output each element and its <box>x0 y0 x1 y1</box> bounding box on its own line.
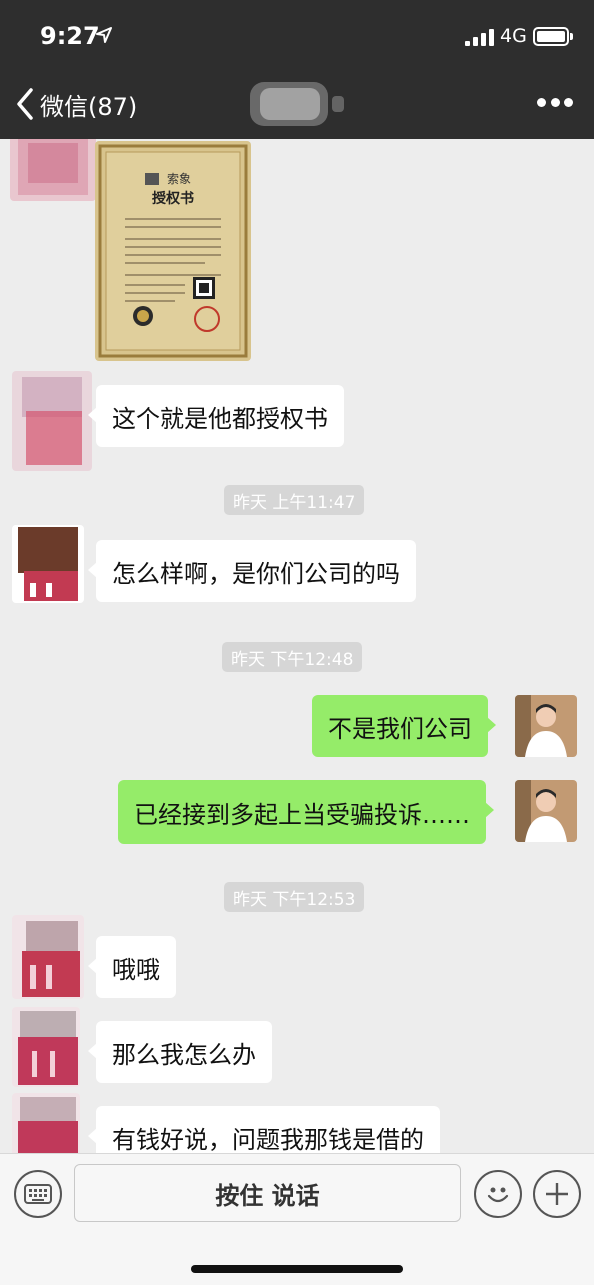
back-button[interactable]: 微信(87) <box>14 84 137 124</box>
timestamp: 昨天 上午11:47 <box>224 485 365 515</box>
chevron-left-icon <box>17 88 33 120</box>
message-bubble[interactable]: 哦哦 <box>88 936 176 998</box>
emoji-icon <box>487 1187 509 1203</box>
certificate-graphic: 索象 授权书 <box>95 141 251 361</box>
plus-icon <box>546 1183 568 1205</box>
more-functions-button[interactable] <box>533 1170 581 1218</box>
avatar-image <box>12 1007 80 1087</box>
contact-avatar[interactable] <box>12 525 84 603</box>
signal-icon <box>465 28 495 46</box>
location-arrow-icon <box>96 27 112 43</box>
status-time: 9:27 <box>40 22 100 50</box>
message-bubble[interactable]: 这个就是他都授权书 <box>88 385 344 447</box>
contact-avatar[interactable] <box>12 1007 80 1087</box>
keyboard-toggle-button[interactable] <box>14 1170 62 1218</box>
chat-title-redacted <box>250 82 344 126</box>
chat-area[interactable]: 索象 授权书 这个就是他都授权书 昨天 上午11:47 怎么样啊，是你们公司的吗… <box>0 139 594 1153</box>
contact-avatar[interactable] <box>12 915 84 999</box>
avatar-image <box>12 1093 80 1153</box>
emoji-button[interactable] <box>474 1170 522 1218</box>
my-avatar[interactable] <box>515 695 577 757</box>
timestamp: 昨天 下午12:53 <box>224 882 365 912</box>
input-bar: 按住 说话 <box>0 1153 594 1285</box>
more-dot <box>564 97 573 107</box>
more-button[interactable] <box>537 94 573 110</box>
avatar-image <box>10 139 96 201</box>
battery-icon <box>533 27 573 46</box>
hold-to-talk-button[interactable]: 按住 说话 <box>74 1164 461 1222</box>
message-bubble[interactable]: 那么我怎么办 <box>88 1021 272 1083</box>
avatar-image <box>12 915 84 999</box>
certificate-title: 授权书 <box>152 190 194 207</box>
back-label: 微信(87) <box>40 92 138 121</box>
certificate-image[interactable]: 索象 授权书 <box>95 141 251 361</box>
avatar-image <box>515 695 577 757</box>
avatar-image <box>12 525 84 603</box>
avatar-image <box>515 780 577 842</box>
header: 9:27 4G 微信(87) <box>0 0 594 139</box>
more-dot <box>537 97 546 107</box>
keyboard-icon <box>24 1184 52 1204</box>
more-dot <box>550 97 560 107</box>
message-bubble[interactable]: 不是我们公司 <box>312 695 496 757</box>
message-bubble[interactable]: 怎么样啊，是你们公司的吗 <box>88 540 416 602</box>
certificate-brand: 索象 <box>167 172 191 186</box>
contact-avatar[interactable] <box>12 371 92 471</box>
contact-avatar[interactable] <box>10 139 96 201</box>
avatar-image <box>12 371 92 471</box>
home-indicator <box>191 1265 403 1273</box>
message-bubble[interactable]: 已经接到多起上当受骗投诉…… <box>118 780 494 844</box>
my-avatar[interactable] <box>515 780 577 842</box>
message-bubble[interactable]: 有钱好说，问题我那钱是借的 <box>88 1106 440 1153</box>
network-type: 4G <box>500 25 527 47</box>
contact-avatar[interactable] <box>12 1093 80 1153</box>
timestamp: 昨天 下午12:48 <box>222 642 363 672</box>
